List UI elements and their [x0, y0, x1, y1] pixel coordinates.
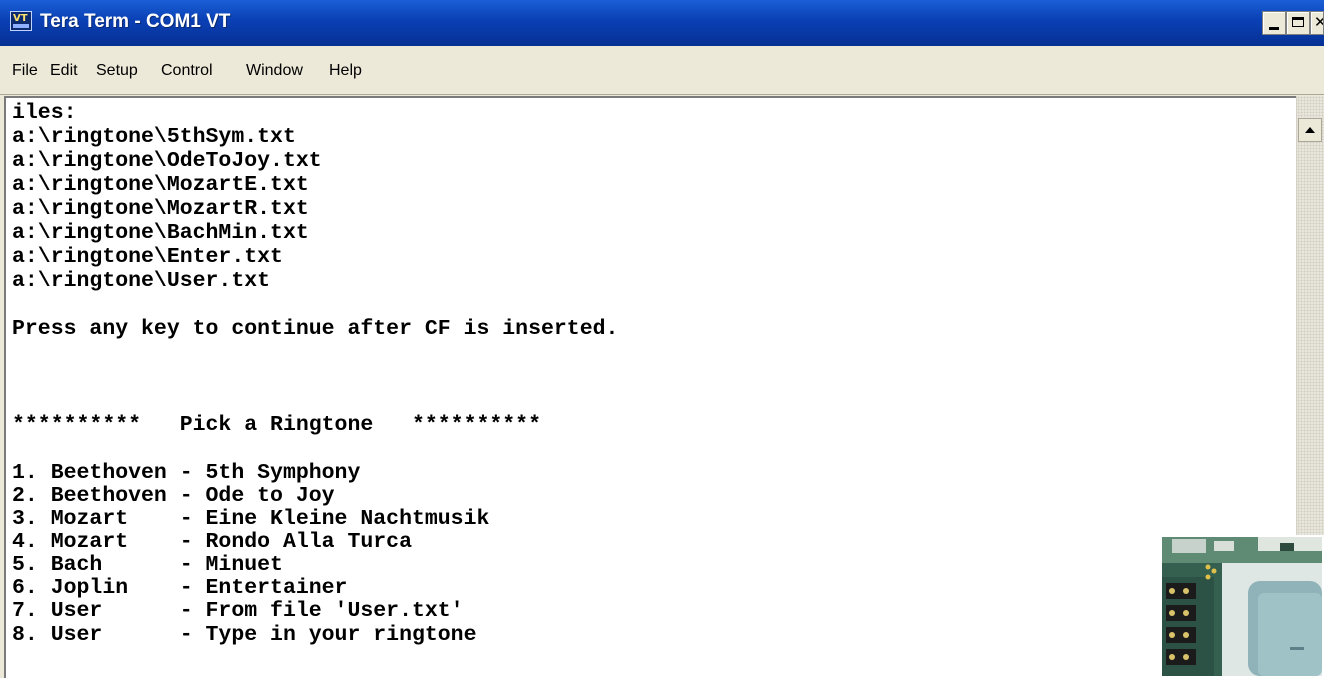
terminal-line: 5. Bach - Minuet: [12, 553, 283, 577]
menu-control[interactable]: Control: [161, 62, 213, 80]
terminal-line: ********** Pick a Ringtone **********: [12, 413, 541, 437]
tera-term-app-icon[interactable]: VT: [10, 11, 32, 31]
title-bar[interactable]: VT Tera Term - COM1 VT: [0, 0, 1324, 46]
terminal-line: a:\ringtone\MozartE.txt: [12, 173, 309, 197]
circuit-board-photo: [1160, 535, 1324, 678]
terminal-line: a:\ringtone\Enter.txt: [12, 245, 283, 269]
terminal-line: 6. Joplin - Entertainer: [12, 576, 348, 600]
terminal-line: 1. Beethoven - 5th Symphony: [12, 461, 361, 485]
window-title: Tera Term - COM1 VT: [40, 11, 231, 32]
terminal-line: a:\ringtone\OdeToJoy.txt: [12, 149, 322, 173]
menu-help[interactable]: Help: [329, 62, 362, 80]
terminal-line: 3. Mozart - Eine Kleine Nachtmusik: [12, 507, 490, 531]
minimize-icon[interactable]: [1262, 11, 1286, 35]
app-icon-label: VT: [13, 13, 28, 24]
menu-file[interactable]: File: [12, 62, 38, 80]
terminal-line: a:\ringtone\BachMin.txt: [12, 221, 309, 245]
terminal-line: Press any key to continue after CF is in…: [12, 317, 619, 341]
maximize-icon[interactable]: [1286, 11, 1310, 35]
scroll-up-arrow-icon[interactable]: [1298, 118, 1322, 142]
terminal-line: 2. Beethoven - Ode to Joy: [12, 484, 335, 508]
terminal-line: a:\ringtone\User.txt: [12, 269, 271, 293]
terminal-line: 7. User - From file 'User.txt': [12, 599, 464, 623]
terminal-line: 8. User - Type in your ringtone: [12, 623, 477, 647]
tera-term-window: VT Tera Term - COM1 VT File Edit Setup C…: [0, 0, 1324, 678]
terminal-line: a:\ringtone\5thSym.txt: [12, 125, 296, 149]
terminal-screen[interactable]: iles: a:\ringtone\5thSym.txt a:\ringtone…: [4, 96, 1296, 678]
terminal-line: iles:: [12, 101, 77, 125]
terminal-line: a:\ringtone\MozartR.txt: [12, 197, 309, 221]
menu-edit[interactable]: Edit: [50, 62, 78, 80]
menu-setup[interactable]: Setup: [96, 62, 138, 80]
menu-window[interactable]: Window: [246, 62, 303, 80]
terminal-line: 4. Mozart - Rondo Alla Turca: [12, 530, 412, 554]
menu-bar: File Edit Setup Control Window Help: [0, 46, 1324, 95]
close-icon[interactable]: [1310, 11, 1324, 35]
circuit-board-illustration: [1162, 537, 1322, 676]
